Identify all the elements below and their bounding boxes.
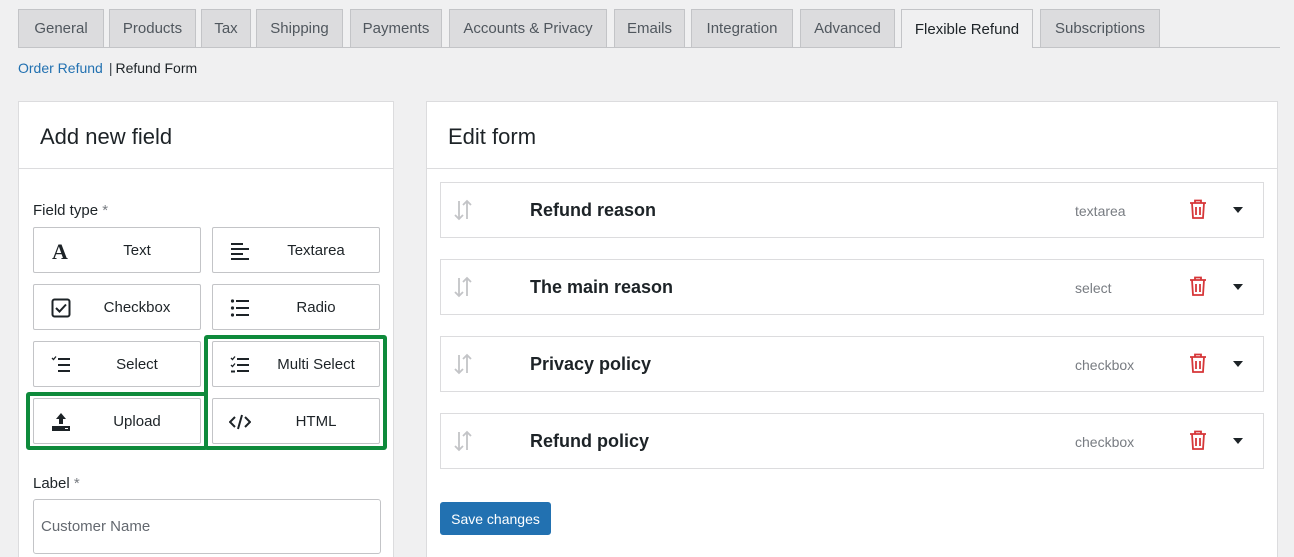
tab-emails[interactable]: Emails xyxy=(614,9,685,47)
label-field-label-text: Label xyxy=(33,475,70,492)
panel-divider xyxy=(19,168,393,169)
form-field-type: checkbox xyxy=(1075,434,1135,450)
caret-down-icon[interactable] xyxy=(1231,280,1245,294)
label-input[interactable] xyxy=(33,499,381,554)
trash-icon[interactable] xyxy=(1189,353,1207,373)
field-type-radio-label: Radio xyxy=(296,298,336,316)
required-mark: * xyxy=(73,475,80,492)
field-type-label-text: Field type xyxy=(33,202,99,219)
tab-accounts-privacy[interactable]: Accounts & Privacy xyxy=(449,9,607,47)
radio-list-icon xyxy=(229,297,251,319)
field-type-upload-label: Upload xyxy=(113,412,161,430)
field-type-text-button[interactable]: A Text xyxy=(33,227,201,273)
field-type-radio-button[interactable]: Radio xyxy=(212,284,380,330)
trash-icon[interactable] xyxy=(1189,276,1207,296)
breadcrumb-separator: | xyxy=(108,60,113,76)
field-type-checkbox-button[interactable]: Checkbox xyxy=(33,284,201,330)
select-icon xyxy=(50,354,72,376)
field-type-html-label: HTML xyxy=(295,412,337,430)
tab-flexible-refund[interactable]: Flexible Refund xyxy=(901,9,1033,48)
field-type-textarea-label: Textarea xyxy=(287,241,345,259)
form-field-row: Privacy policy checkbox xyxy=(440,336,1264,392)
textarea-icon xyxy=(229,240,251,262)
save-changes-button[interactable]: Save changes xyxy=(440,502,551,535)
caret-down-icon[interactable] xyxy=(1231,434,1245,448)
trash-icon[interactable] xyxy=(1189,199,1207,219)
field-type-html-button[interactable]: HTML xyxy=(212,398,380,444)
tab-subscriptions[interactable]: Subscriptions xyxy=(1040,9,1160,47)
drag-handle-icon[interactable] xyxy=(453,276,473,298)
tab-integration[interactable]: Integration xyxy=(691,9,793,47)
tab-general[interactable]: General xyxy=(18,9,104,47)
field-type-upload-button[interactable]: Upload xyxy=(33,398,201,444)
tab-products[interactable]: Products xyxy=(109,9,196,47)
settings-tabs: General Products Tax Shipping Payments A… xyxy=(18,9,1280,48)
form-field-type: checkbox xyxy=(1075,357,1135,373)
drag-handle-icon[interactable] xyxy=(453,199,473,221)
trash-icon[interactable] xyxy=(1189,430,1207,450)
field-type-multi-select-button[interactable]: Multi Select xyxy=(212,341,380,387)
form-field-type: textarea xyxy=(1075,203,1126,219)
form-field-type: select xyxy=(1075,280,1112,296)
form-field-name: The main reason xyxy=(530,277,674,297)
field-type-label: Field type * xyxy=(33,202,108,219)
drag-handle-icon[interactable] xyxy=(453,430,473,452)
label-field-label: Label * xyxy=(33,475,80,492)
breadcrumb-current: Refund Form xyxy=(115,60,198,76)
tab-payments[interactable]: Payments xyxy=(350,9,442,47)
edit-form-title: Edit form xyxy=(448,124,537,149)
caret-down-icon[interactable] xyxy=(1231,203,1245,217)
upload-icon xyxy=(50,411,72,433)
field-type-select-label: Select xyxy=(116,355,158,373)
tab-tax[interactable]: Tax xyxy=(201,9,251,47)
required-mark: * xyxy=(102,202,109,219)
field-type-textarea-button[interactable]: Textarea xyxy=(212,227,380,273)
checkbox-icon xyxy=(50,297,72,319)
form-field-row: Refund reason textarea xyxy=(440,182,1264,238)
form-field-row: The main reason select xyxy=(440,259,1264,315)
tab-advanced[interactable]: Advanced xyxy=(800,9,895,47)
field-type-multi-select-label: Multi Select xyxy=(277,355,355,373)
edit-form-panel: Edit form Refund reason textarea The mai… xyxy=(426,101,1278,557)
add-field-panel: Add new field Field type * A Text Textar… xyxy=(18,101,394,557)
form-field-name: Refund reason xyxy=(530,200,657,220)
panel-divider xyxy=(427,168,1277,169)
breadcrumb-order-refund-link[interactable]: Order Refund xyxy=(18,60,103,76)
tab-shipping[interactable]: Shipping xyxy=(256,9,343,47)
svg-text:A: A xyxy=(52,241,68,261)
drag-handle-icon[interactable] xyxy=(453,353,473,375)
form-field-name: Privacy policy xyxy=(530,354,652,374)
form-field-row: Refund policy checkbox xyxy=(440,413,1264,469)
field-type-text-label: Text xyxy=(123,241,151,259)
text-icon: A xyxy=(50,240,72,262)
add-field-title: Add new field xyxy=(40,124,173,149)
breadcrumb: Order Refund | Refund Form xyxy=(18,60,197,76)
field-type-checkbox-label: Checkbox xyxy=(103,298,171,316)
field-type-select-button[interactable]: Select xyxy=(33,341,201,387)
code-icon xyxy=(229,411,251,433)
multi-select-icon xyxy=(229,354,251,376)
caret-down-icon[interactable] xyxy=(1231,357,1245,371)
form-field-name: Refund policy xyxy=(530,431,650,451)
